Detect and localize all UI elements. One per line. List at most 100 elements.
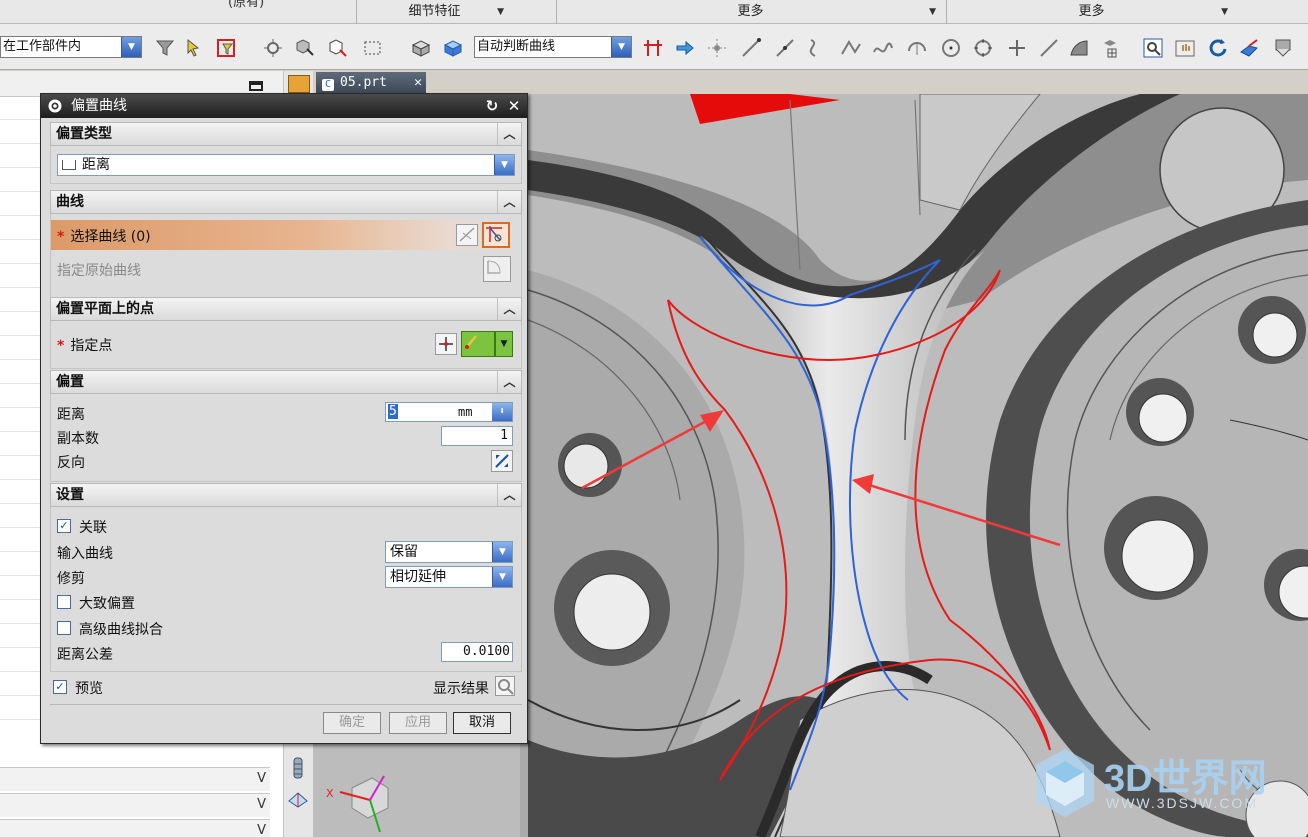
ribbon-group-more-1[interactable]: 更多 ▼: [556, 0, 944, 24]
watermark: 3D世界网 WWW.3DSJW.COM: [1030, 745, 1290, 825]
snap-point-icon[interactable]: [262, 37, 284, 59]
section-offset-type-header[interactable]: 偏置类型 ︿: [50, 122, 522, 146]
chevron-up-icon[interactable]: ︿: [497, 371, 521, 393]
select-value: 自动判断曲线: [477, 39, 556, 54]
rotate-icon[interactable]: [1206, 37, 1228, 59]
dialog-title-bar[interactable]: 偏置曲线 ↻ ✕: [41, 94, 527, 118]
reverse-direction-button[interactable]: [491, 450, 513, 472]
chevron-up-icon[interactable]: ︿: [497, 191, 521, 213]
follow-fillet-icon[interactable]: [674, 37, 696, 59]
maximize-icon[interactable]: [249, 81, 263, 91]
gear-icon[interactable]: [46, 97, 64, 115]
select-feature-icon[interactable]: [326, 37, 348, 59]
pan-icon[interactable]: [1174, 37, 1196, 59]
navigator-collapsed-panel-1[interactable]: V: [0, 767, 270, 791]
spline-point-icon[interactable]: [872, 37, 894, 59]
component-select-icon[interactable]: [294, 37, 316, 59]
distance-input[interactable]: 5 mm ⬇: [385, 402, 513, 422]
stop-at-intersection-icon[interactable]: [642, 37, 664, 59]
tab-close-icon[interactable]: ✕: [414, 72, 422, 94]
snap-grid-icon[interactable]: [706, 37, 728, 59]
specify-point-label: * 指定点: [57, 335, 112, 355]
assembly-navigator-icon[interactable]: [288, 75, 310, 93]
section-settings-header[interactable]: 设置 ︿: [50, 483, 522, 507]
tolerance-input[interactable]: 0.0100: [441, 642, 513, 662]
existing-point-icon[interactable]: [1006, 37, 1028, 59]
chevron-up-icon[interactable]: ︿: [497, 298, 521, 320]
curve-rule-button[interactable]: [456, 224, 478, 246]
trim-select[interactable]: 相切延伸 ▼: [385, 566, 513, 588]
ribbon-group-detail-feature[interactable]: 细节特征 ▼: [356, 0, 512, 24]
preview-label: 预览: [75, 681, 103, 697]
navigator-collapsed-panel-3[interactable]: V: [0, 819, 270, 837]
footer-divider: [50, 704, 522, 705]
circle-center-icon[interactable]: [940, 37, 962, 59]
specify-original-curve-button[interactable]: [483, 256, 511, 282]
advanced-curve-fit-label: 高级曲线拟合: [79, 622, 163, 638]
point-dialog-button[interactable]: [435, 333, 457, 355]
point-on-curve-icon[interactable]: [1038, 37, 1060, 59]
curve-rule-select[interactable]: 自动判断曲线 ▼: [474, 36, 632, 58]
rough-offset-checkbox[interactable]: [57, 595, 71, 609]
advanced-curve-fit-checkbox[interactable]: [57, 621, 71, 635]
section-offset-header[interactable]: 偏置 ︿: [50, 370, 522, 394]
point-on-face-icon[interactable]: [1068, 37, 1090, 59]
show-result-button[interactable]: [495, 676, 515, 696]
layer-settings-icon[interactable]: [1272, 37, 1294, 59]
select-curve-button[interactable]: [482, 222, 510, 248]
tolerance-label: 距离公差: [57, 647, 113, 663]
mid-point-icon[interactable]: [774, 37, 796, 59]
grid-point-icon[interactable]: [1100, 37, 1122, 59]
rectangle-select-icon[interactable]: [362, 37, 384, 59]
distance-type-icon: [62, 160, 76, 170]
chevron-down-icon: ▼: [500, 339, 508, 349]
end-point-icon[interactable]: [740, 37, 762, 59]
chevron-down-icon: ▼: [492, 567, 512, 587]
zoom-window-icon[interactable]: [1142, 37, 1164, 59]
perspective-icon[interactable]: [1238, 37, 1260, 59]
part-file-icon: C: [322, 79, 334, 91]
intersection-point-icon[interactable]: [840, 37, 862, 59]
section-plane-point-header[interactable]: 偏置平面上的点 ︿: [50, 297, 522, 321]
inferred-point-button[interactable]: [461, 331, 495, 357]
chevron-up-icon[interactable]: ︿: [497, 484, 521, 506]
section-curve-header[interactable]: 曲线 ︿: [50, 190, 522, 214]
input-curve-select[interactable]: 保留 ▼: [385, 541, 513, 563]
ribbon-group-more-2[interactable]: 更多 ▼: [946, 0, 1236, 24]
ribbon-group-strip: (原有) 细节特征 ▼ 更多 ▼ 更多 ▼: [0, 0, 1308, 24]
chevron-down-icon: ▼: [497, 7, 504, 17]
select-arrow-icon[interactable]: [184, 37, 206, 59]
cancel-button[interactable]: 取消: [453, 712, 511, 734]
rough-offset-label: 大致偏置: [79, 596, 135, 612]
selection-scope-select[interactable]: 在工作部件内 ▼: [0, 36, 142, 58]
copies-input[interactable]: 1: [441, 426, 513, 446]
roles-icon[interactable]: [291, 757, 305, 779]
type-filter-icon[interactable]: [216, 37, 238, 59]
right-hole-1: [1138, 393, 1188, 443]
tolerance-value: 0.0100: [463, 644, 510, 659]
navigator-collapsed-panel-2[interactable]: V: [0, 793, 270, 817]
control-point-icon[interactable]: [806, 37, 828, 59]
solid-icon[interactable]: [410, 37, 432, 59]
apply-button[interactable]: 应用: [389, 712, 447, 734]
point-type-dropdown[interactable]: ▼: [495, 331, 513, 357]
preview-checkbox[interactable]: ✓: [53, 680, 67, 694]
arrow-down-icon[interactable]: ⬇: [492, 403, 512, 421]
select-value: 在工作部件内: [3, 39, 82, 54]
chevron-up-icon[interactable]: ︿: [497, 123, 521, 145]
select-curve-row[interactable]: * 选择曲线 (0): [51, 220, 521, 250]
offset-type-select[interactable]: 距离 ▼: [57, 154, 515, 176]
associative-checkbox[interactable]: ✓: [57, 519, 71, 533]
arc-center-icon[interactable]: [906, 37, 928, 59]
reset-icon[interactable]: ↻: [483, 97, 501, 115]
filter-icon[interactable]: [154, 37, 176, 59]
ok-button[interactable]: 确定: [323, 712, 381, 734]
left-hole-1: [563, 443, 609, 489]
history-icon[interactable]: [287, 789, 309, 811]
section-offset-body: 距离 5 mm ⬇ 副本数 1 反向: [50, 394, 522, 482]
close-icon[interactable]: ✕: [505, 97, 523, 115]
tab-05-prt[interactable]: C 05.prt ✕: [316, 72, 426, 94]
copies-label: 副本数: [57, 431, 99, 447]
quadrant-point-icon[interactable]: [972, 37, 994, 59]
body-color-icon[interactable]: [442, 37, 464, 59]
